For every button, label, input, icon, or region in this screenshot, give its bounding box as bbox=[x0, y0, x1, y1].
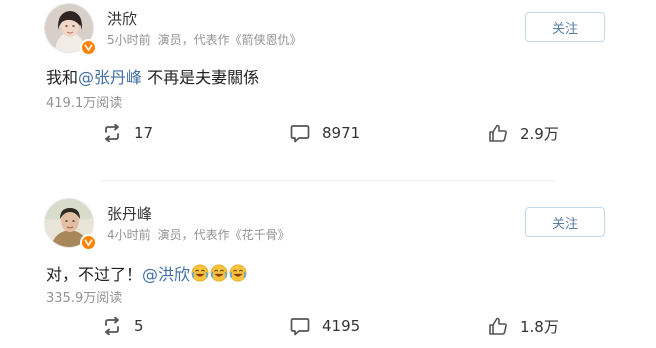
post-text-after: 不再是夫妻關係 bbox=[142, 68, 260, 87]
follow-button[interactable]: 关注 bbox=[525, 207, 605, 237]
cry-laugh-emoji bbox=[210, 264, 228, 282]
post-meta: 4小时前 演员，代表作《花千骨》 bbox=[107, 226, 290, 243]
post-divider bbox=[100, 180, 556, 181]
mention-link[interactable]: @洪欣 bbox=[142, 261, 190, 285]
author-bio: 演员，代表作《箭侠恩仇》 bbox=[157, 33, 302, 47]
cry-laugh-emoji bbox=[229, 264, 247, 282]
repost-count: 17 bbox=[134, 124, 154, 142]
comment-count: 8971 bbox=[322, 124, 361, 142]
post-text-before: 对，不过了！ bbox=[46, 265, 143, 284]
comment-count: 4195 bbox=[322, 317, 361, 335]
post-text: 我和 @张丹峰 不再是夫妻關係 bbox=[46, 64, 259, 88]
cry-laugh-emoji bbox=[191, 264, 209, 282]
like-button[interactable]: 1.8万 bbox=[488, 311, 559, 341]
follow-button[interactable]: 关注 bbox=[525, 12, 605, 42]
like-button[interactable]: 2.9万 bbox=[488, 118, 559, 148]
post-text-before: 我和 bbox=[46, 68, 79, 87]
comment-icon bbox=[290, 124, 310, 142]
comment-button[interactable]: 4195 bbox=[290, 311, 360, 341]
like-count: 2.9万 bbox=[520, 124, 559, 143]
read-count: 335.9万阅读 bbox=[46, 291, 123, 306]
repost-button[interactable]: 17 bbox=[102, 118, 153, 148]
verified-v-icon bbox=[80, 234, 97, 251]
avatar[interactable] bbox=[44, 3, 97, 56]
action-bar: 17 8971 2.9万 bbox=[0, 118, 656, 148]
action-bar: 5 4195 1.8万 bbox=[0, 311, 656, 341]
avatar[interactable] bbox=[44, 198, 97, 251]
post-time[interactable]: 5小时前 bbox=[107, 33, 151, 47]
like-count: 1.8万 bbox=[520, 317, 559, 336]
verified-v-icon bbox=[80, 39, 97, 56]
repost-count: 5 bbox=[134, 317, 144, 335]
thumbs-up-icon bbox=[489, 317, 507, 335]
author-name[interactable]: 洪欣 bbox=[107, 8, 137, 29]
repost-button[interactable]: 5 bbox=[102, 311, 144, 341]
weibo-post: 张丹峰 4小时前 演员，代表作《花千骨》 关注 对，不过了！ @洪欣 335.9… bbox=[0, 195, 656, 348]
mention-link[interactable]: @张丹峰 bbox=[78, 64, 142, 88]
weibo-post: 洪欣 5小时前 演员，代表作《箭侠恩仇》 关注 我和 @张丹峰 不再是夫妻關係 41… bbox=[0, 0, 656, 172]
post-time[interactable]: 4小时前 bbox=[107, 228, 151, 242]
author-bio: 演员，代表作《花千骨》 bbox=[157, 228, 290, 242]
post-text: 对，不过了！ @洪欣 bbox=[46, 261, 247, 285]
thumbs-up-icon bbox=[489, 124, 507, 142]
post-meta: 5小时前 演员，代表作《箭侠恩仇》 bbox=[107, 31, 302, 48]
comment-icon bbox=[290, 317, 310, 335]
read-count: 419.1万阅读 bbox=[46, 96, 123, 111]
author-name[interactable]: 张丹峰 bbox=[107, 203, 152, 224]
repost-icon bbox=[105, 317, 119, 335]
repost-icon bbox=[105, 124, 119, 142]
comment-button[interactable]: 8971 bbox=[290, 118, 360, 148]
